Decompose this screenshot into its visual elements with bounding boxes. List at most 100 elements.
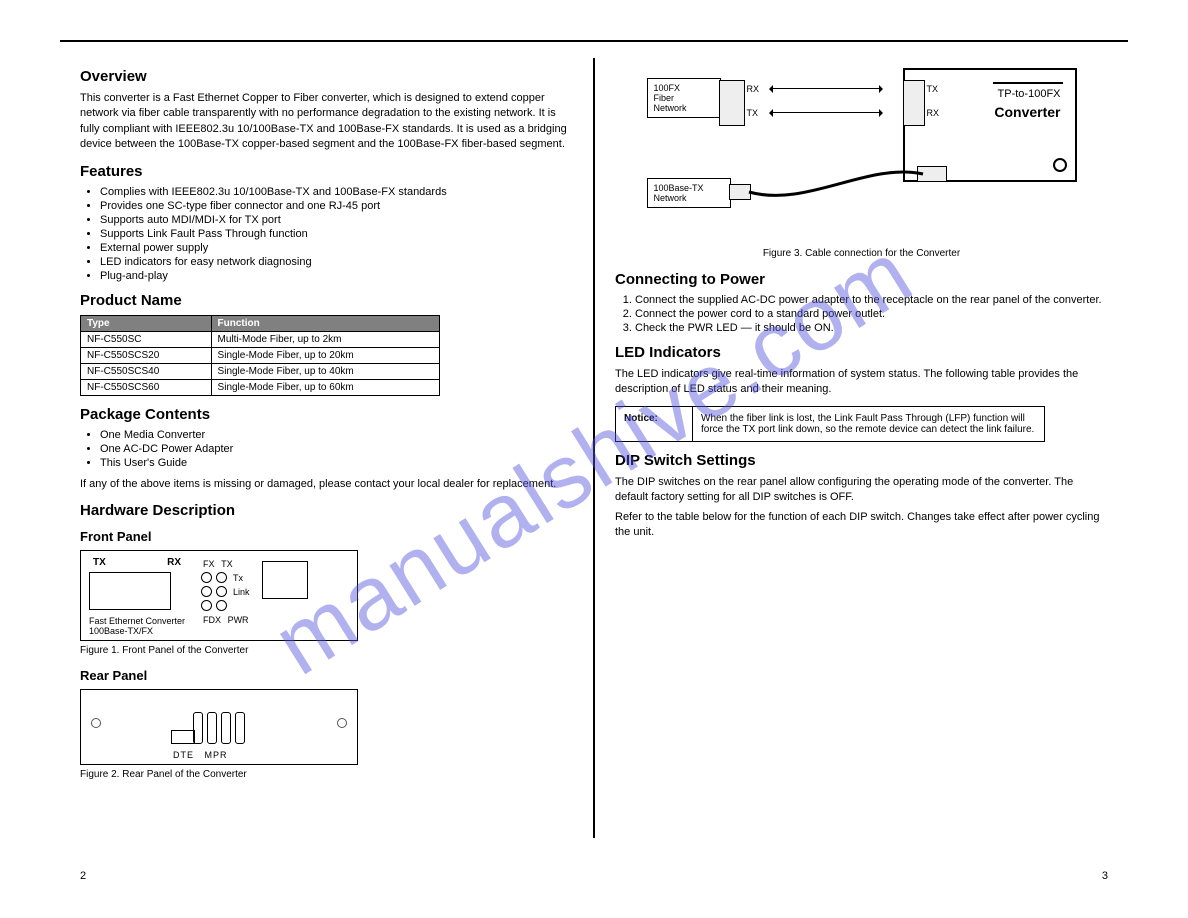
features-list: Complies with IEEE802.3u 10/100Base-TX a… [100,186,573,282]
fp-label-rx: RX [167,557,181,568]
list-item: Provides one SC-type fiber connector and… [100,200,573,212]
led-label-link: Link [233,587,250,597]
list-item: Supports auto MDI/MDI-X for TX port [100,214,573,226]
dip-switch-bank [193,712,245,744]
list-item: This User's Guide [100,457,573,469]
screw-icon [1053,158,1067,172]
fp-label-tx: TX [93,557,106,568]
right-column: 100FX Fiber Network RX TX TX RX TP-to-10… [595,58,1128,838]
led-icon [216,586,227,597]
heading-front-panel: Front Panel [80,529,573,544]
converter-title-1: TP-to-100FX [998,88,1061,100]
dip-switch-icon [207,712,217,744]
left-column: Overview This converter is a Fast Ethern… [60,58,593,838]
led-icon [201,586,212,597]
rear-panel-figure: DTE MPR [80,689,358,765]
page-number-left: 2 [80,870,86,882]
diagram-box-100fx: 100FX Fiber Network [647,78,721,118]
table-row: NF-C550SCS20Single-Mode Fiber, up to 20k… [81,347,440,363]
led-label-fx: FX [203,559,215,569]
table-row: Type Function [81,315,440,331]
led-label-tx: TX [221,559,233,569]
led-icon [216,600,227,611]
overview-paragraph: This converter is a Fast Ethernet Copper… [80,91,573,153]
fiber-port-icon [89,572,171,610]
table-cell: NF-C550SCS40 [81,363,212,379]
screw-icon [91,718,101,728]
heading-overview: Overview [80,68,573,85]
rj45-port-icon [262,561,308,599]
figure-2-caption: Figure 2. Rear Panel of the Converter [80,769,573,780]
two-column-layout: Overview This converter is a Fast Ethern… [60,58,1128,838]
package-list: One Media Converter One AC-DC Power Adap… [100,429,573,469]
diagram-box-100tx: 100Base-TX Network [647,178,731,208]
diagram-rule [993,82,1063,84]
table-row: Notice: When the fiber link is lost, the… [616,406,1045,441]
dip-switch-icon [235,712,245,744]
heading-dip: DIP Switch Settings [615,452,1108,469]
list-item: One AC-DC Power Adapter [100,443,573,455]
table-cell: NF-C550SCS60 [81,379,212,395]
dip-switch-icon [221,712,231,744]
heading-led: LED Indicators [615,344,1108,361]
heading-product-name: Product Name [80,292,573,309]
page-content: Overview This converter is a Fast Ethern… [60,40,1128,878]
rear-label-mpr: MPR [205,750,228,760]
list-item: One Media Converter [100,429,573,441]
heading-package: Package Contents [80,406,573,423]
figure-1-caption: Figure 1. Front Panel of the Converter [80,645,573,656]
list-item: Complies with IEEE802.3u 10/100Base-TX a… [100,186,573,198]
arrow-icon [771,112,881,113]
front-panel-figure: TX RX Fast Ethernet Converter 100Base-TX… [80,550,358,641]
list-item: LED indicators for easy network diagnosi… [100,256,573,268]
table-cell: Single-Mode Fiber, up to 60km [211,379,439,395]
heading-hardware: Hardware Description [80,502,573,519]
connection-diagram: 100FX Fiber Network RX TX TX RX TP-to-10… [647,58,1077,238]
screw-icon [337,718,347,728]
led-label-pwr: PWR [228,615,249,625]
led-label-txact: Tx [233,573,243,583]
table-cell: NF-C550SCS20 [81,347,212,363]
power-steps-list: Connect the supplied AC-DC power adapter… [635,294,1108,334]
table-row: NF-C550SCS40Single-Mode Fiber, up to 40k… [81,363,440,379]
heading-rear-panel: Rear Panel [80,668,573,683]
diagram-port-icon [903,80,925,126]
table-cell: Multi-Mode Fiber, up to 2km [211,331,439,347]
led-label-fdx: FDX [203,615,221,625]
converter-title-2: Converter [994,104,1060,120]
diagram-label-rx: RX [747,84,760,94]
led-icon [216,572,227,583]
table-row: NF-C550SCS60Single-Mode Fiber, up to 60k… [81,379,440,395]
list-item: Connect the supplied AC-DC power adapter… [635,294,1108,306]
led-icon [201,572,212,583]
diagram-port-icon [719,80,745,126]
list-item: Connect the power cord to a standard pow… [635,308,1108,320]
heading-features: Features [80,163,573,180]
rear-port-icon [171,730,195,744]
list-item: Supports Link Fault Pass Through functio… [100,228,573,240]
table-header: Type [81,315,212,331]
diagram-label-tx: TX [927,84,939,94]
product-table: Type Function NF-C550SCMulti-Mode Fiber,… [80,315,440,396]
diagram-label-rx: RX [927,108,940,118]
table-header: Function [211,315,439,331]
dip-paragraph-1: The DIP switches on the rear panel allow… [615,475,1108,506]
fp-caption-1: Fast Ethernet Converter [89,616,185,626]
page-number-right: 3 [1102,870,1108,882]
rear-label-dte: DTE [173,750,194,760]
notice-text-cell: When the fiber link is lost, the Link Fa… [693,406,1045,441]
notice-label-cell: Notice: [616,406,693,441]
led-paragraph: The LED indicators give real-time inform… [615,367,1108,398]
diagram-converter-box: TX RX TP-to-100FX Converter [903,68,1077,182]
list-item: Plug-and-play [100,270,573,282]
top-divider [60,40,1128,42]
heading-connecting-power: Connecting to Power [615,271,1108,288]
table-cell: NF-C550SC [81,331,212,347]
table-cell: Single-Mode Fiber, up to 20km [211,347,439,363]
arrow-icon [771,88,881,89]
table-row: NF-C550SCMulti-Mode Fiber, up to 2km [81,331,440,347]
figure-3-caption: Figure 3. Cable connection for the Conve… [615,248,1108,259]
list-item: External power supply [100,242,573,254]
table-cell: Single-Mode Fiber, up to 40km [211,363,439,379]
diagram-label-tx: TX [747,108,759,118]
